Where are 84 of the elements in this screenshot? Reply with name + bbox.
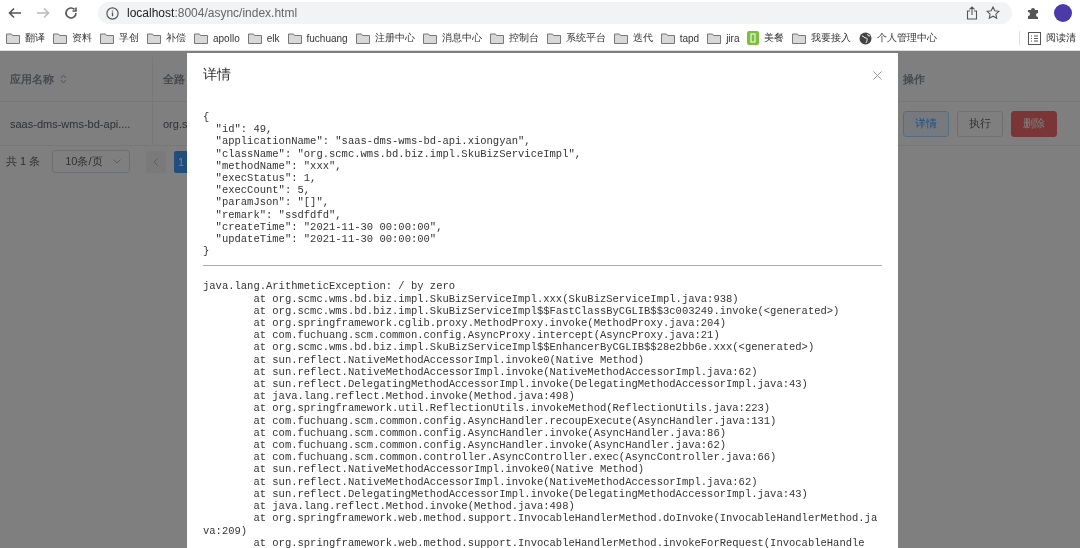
folder-icon xyxy=(660,32,675,44)
bookmark[interactable]: 控制台 xyxy=(489,31,539,45)
stack-trace-line: at org.scmc.wms.bd.biz.impl.SkuBizServiceImpl$$FastClassByCGLIB$$3c003249.invoke(<generated>) xyxy=(252,304,841,318)
folder-icon xyxy=(613,32,628,44)
stack-trace-line: at org.springframework.util.ReflectionUtils.invokeMethod(ReflectionUtils.java:223) xyxy=(252,402,772,415)
stack-trace-line: at org.scmc.wms.bd.biz.impl.SkuBizServiceImpl.xxx(SkuBizServiceImpl.java:938) xyxy=(252,292,740,305)
stack-trace-line: at sun.reflect.DelegatingMethodAccessorImpl.invoke(DelegatingMethodAccessorImpl.java:43) xyxy=(252,378,809,391)
folder-icon xyxy=(489,32,504,44)
stack-trace-line: at sun.reflect.NativeMethodAccessorImpl.invoke0(Native Method) xyxy=(252,463,646,476)
stack-trace-line: at org.springframework.web.method.support.InvocableHandlerMethod.invokeForRequest(InvocableHandle xyxy=(252,536,866,548)
folder-icon xyxy=(247,32,262,44)
dialog-title: 详情 xyxy=(203,66,231,84)
folder-icon xyxy=(707,32,722,44)
star-icon[interactable] xyxy=(986,6,1000,20)
stack-trace-line: at org.springframework.cglib.proxy.MethodProxy.invoke(MethodProxy.java:204) xyxy=(252,317,727,330)
bookmark[interactable]: 美餐 xyxy=(747,31,785,45)
folder-icon xyxy=(147,32,161,44)
stack-trace-line: at sun.reflect.NativeMethodAccessorImpl.invoke(NativeMethodAccessorImpl.java:62) xyxy=(252,475,759,488)
bookmark[interactable]: fuchuang xyxy=(287,32,348,44)
puzzle-icon[interactable] xyxy=(1026,6,1040,20)
folder-icon xyxy=(6,32,20,44)
chevron-left-icon xyxy=(153,157,159,166)
caret-icon xyxy=(112,159,121,164)
folder-icon xyxy=(100,32,114,44)
stack-trace-line: at sun.reflect.NativeMethodAccessorImpl.invoke0(Native Method) xyxy=(252,353,646,366)
stack-trace-line: at org.springframework.web.method.support.InvocableHandlerMethod.doInvoke(InvocableHandlerMethod.java:209) xyxy=(203,512,879,537)
code-line: "className": "org.scmc.wms.bd.biz.impl.SkuBizServiceImpl", xyxy=(214,147,583,160)
code-line: "applicationName": "saas-dms-wms-bd-api.xiongyan", xyxy=(214,135,532,148)
list-icon xyxy=(1028,31,1041,45)
bookmark[interactable]: 翻译 xyxy=(6,31,45,45)
code-line: "createTime": "2021-11-30 00:00:00", xyxy=(214,220,444,234)
close-icon[interactable] xyxy=(873,70,882,80)
folder-icon xyxy=(355,32,370,44)
back-icon[interactable] xyxy=(8,6,22,20)
bookmark[interactable]: apollo xyxy=(194,32,240,44)
stack-trace-line: at java.lang.reflect.Method.invoke(Method.java:498) xyxy=(252,390,576,403)
bookmark[interactable]: 资料 xyxy=(53,31,92,45)
stack-trace-line: at sun.reflect.DelegatingMethodAccessorImpl.invoke(DelegatingMethodAccessorImpl.java:43) xyxy=(252,487,809,501)
code-line: } xyxy=(203,245,211,258)
avatar-icon[interactable] xyxy=(1054,4,1072,22)
code-line: "execStatus": 1, xyxy=(214,172,318,185)
bookmark[interactable]: jira xyxy=(707,32,740,44)
bookmark[interactable]: 个人管理中心 xyxy=(859,31,938,45)
code-line: "execCount": 5, xyxy=(214,184,312,197)
stack-trace-line: at com.fuchuang.scm.common.config.AsyncProxy.intercept(AsyncProxy.java:21) xyxy=(252,329,721,342)
code-line: "id": 49, xyxy=(214,123,274,136)
code-line: "remark": "ssdfdfd", xyxy=(214,208,343,221)
reload-icon[interactable] xyxy=(64,6,78,20)
folder-icon xyxy=(546,32,561,44)
stack-trace-line: at com.fuchuang.scm.common.config.AsyncHandler.invoke(AsyncHandler.java:86) xyxy=(252,426,727,440)
folder-icon xyxy=(194,32,208,44)
folder-icon xyxy=(422,32,437,44)
share-icon[interactable] xyxy=(966,6,978,20)
bookmark[interactable]: 补偿 xyxy=(147,31,186,45)
bookmark[interactable]: 我要接入 xyxy=(792,31,852,45)
app-icon xyxy=(747,31,760,45)
bookmark[interactable]: 注册中心 xyxy=(355,31,415,45)
stack-trace-line: at com.fuchuang.scm.common.controller.AsyncController.exec(AsyncController.java:66) xyxy=(252,451,778,464)
bookmark[interactable]: 迭代 xyxy=(613,31,653,45)
total-count: 共 1 条 xyxy=(6,154,41,169)
globe-icon xyxy=(859,31,873,45)
code-line: "updateTime": "2021-11-30 00:00:00" xyxy=(214,233,438,246)
bookmark[interactable]: 消息中心 xyxy=(422,31,482,45)
bookmark[interactable]: tapd xyxy=(660,32,700,44)
stack-trace-line: at com.fuchuang.scm.common.config.AsyncHandler.invoke(AsyncHandler.java:62) xyxy=(252,439,727,452)
stack-trace-line: at java.lang.reflect.Method.invoke(Method.java:498) xyxy=(252,500,576,513)
bookmark[interactable]: 系统平台 xyxy=(546,31,606,45)
reading-list[interactable]: 阅读清 xyxy=(1028,31,1076,45)
bookmark[interactable]: elk xyxy=(247,32,280,44)
stack-trace-line: java.lang.ArithmeticException: / by zero xyxy=(203,280,457,293)
stack-trace-line: at org.scmc.wms.bd.biz.impl.SkuBizServiceImpl$$EnhancerByCGLIB$$28e2bb6e.xxx(<generated>) xyxy=(252,341,816,354)
stack-trace-line: at sun.reflect.NativeMethodAccessorImpl.invoke(NativeMethodAccessorImpl.java:62) xyxy=(252,365,759,379)
bookmark[interactable]: 孚创 xyxy=(100,31,139,45)
address-bar[interactable]: localhost:8004/async/index.html xyxy=(98,2,1012,24)
folder-icon xyxy=(287,32,302,44)
code-line: { xyxy=(203,111,211,124)
folder-icon xyxy=(53,32,67,44)
info-icon[interactable] xyxy=(106,6,119,20)
folder-icon xyxy=(792,32,807,44)
stack-trace-line: at com.fuchuang.scm.common.config.AsyncHandler.recoupExecute(AsyncHandler.java:131) xyxy=(252,414,778,427)
code-line: "paramJson": "[]", xyxy=(214,196,331,209)
url-text: localhost:8004/async/index.html xyxy=(127,6,298,20)
table-cell: saas-dms-wms-bd-api.... xyxy=(0,102,153,145)
code-line: "methodName": "xxx", xyxy=(214,159,343,172)
